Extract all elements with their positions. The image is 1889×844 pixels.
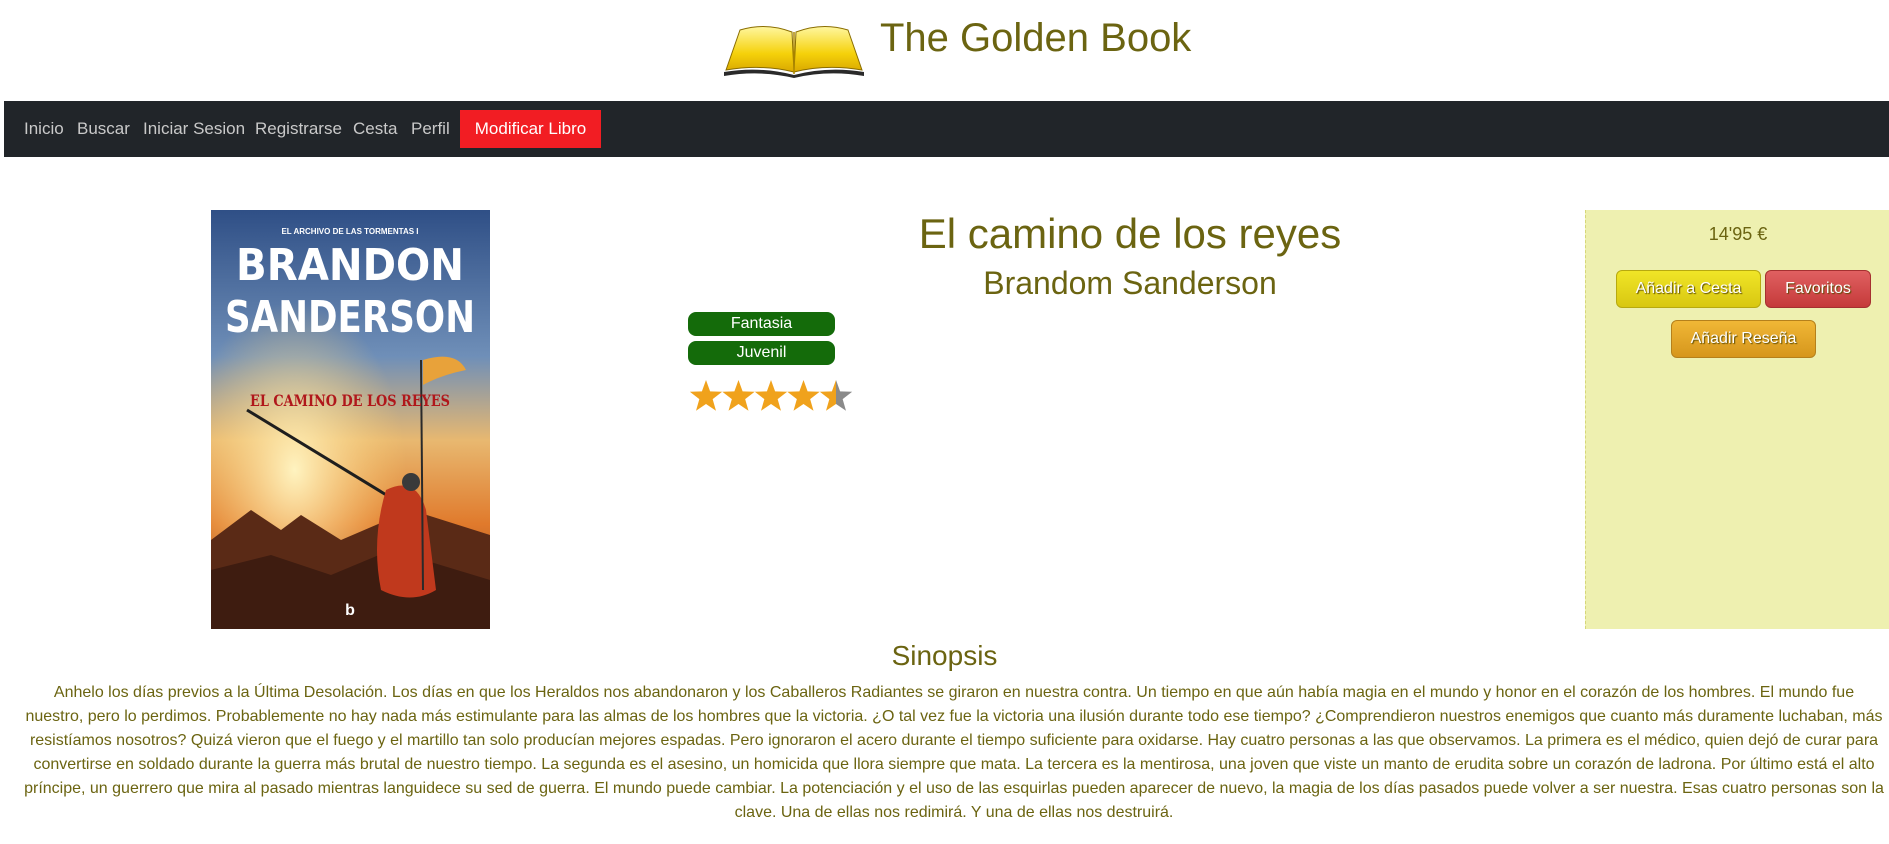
star-2-icon [722, 380, 755, 411]
book-author: Brandom Sanderson [983, 265, 1277, 301]
nav-perfil[interactable]: Perfil [411, 119, 450, 139]
cover-publisher-mark: b [345, 602, 355, 619]
star-4-icon [787, 380, 820, 411]
nav-inicio[interactable]: Inicio [24, 119, 64, 139]
nav-registrarse[interactable]: Registrarse [255, 119, 342, 139]
purchase-panel: 14'95 € Añadir a Cesta Favoritos Añadir … [1585, 210, 1889, 629]
star-1-icon [690, 380, 723, 411]
genre-badge-juvenil[interactable]: Juvenil [688, 341, 835, 365]
nav-modificar-libro[interactable]: Modificar Libro [460, 110, 601, 148]
star-3-icon [754, 380, 788, 411]
navbar: Inicio Buscar Iniciar Sesion Registrarse… [4, 101, 1889, 157]
genre-badge-fantasia[interactable]: Fantasia [688, 312, 835, 336]
favorites-button[interactable]: Favoritos [1765, 270, 1871, 308]
book-cover-image: EL ARCHIVO DE LAS TORMENTAS I BRANDON SA… [211, 210, 490, 629]
site-header: The Golden Book [0, 0, 1889, 100]
open-book-logo-icon[interactable] [722, 12, 866, 78]
nav-buscar[interactable]: Buscar [77, 119, 130, 139]
synopsis-text: Anhelo los días previos a la Última Deso… [24, 684, 1884, 821]
add-to-cart-button[interactable]: Añadir a Cesta [1616, 270, 1761, 308]
cover-author-line-2: SANDERSON [225, 292, 475, 343]
nav-cesta[interactable]: Cesta [353, 119, 397, 139]
cover-author-line-1: BRANDON [236, 240, 464, 291]
price: 14'95 € [1708, 224, 1768, 244]
star-rating [690, 380, 853, 411]
add-review-button[interactable]: Añadir Reseña [1671, 320, 1816, 358]
cover-book-title: EL CAMINO DE LOS REYES [250, 391, 450, 410]
site-title: The Golden Book [880, 16, 1192, 60]
nav-iniciar-sesion[interactable]: Iniciar Sesion [143, 119, 245, 139]
star-5-icon [819, 380, 853, 411]
cover-series-label: EL ARCHIVO DE LAS TORMENTAS I [281, 227, 418, 236]
book-title: El camino de los reyes [918, 210, 1342, 257]
synopsis-heading: Sinopsis [891, 640, 998, 671]
